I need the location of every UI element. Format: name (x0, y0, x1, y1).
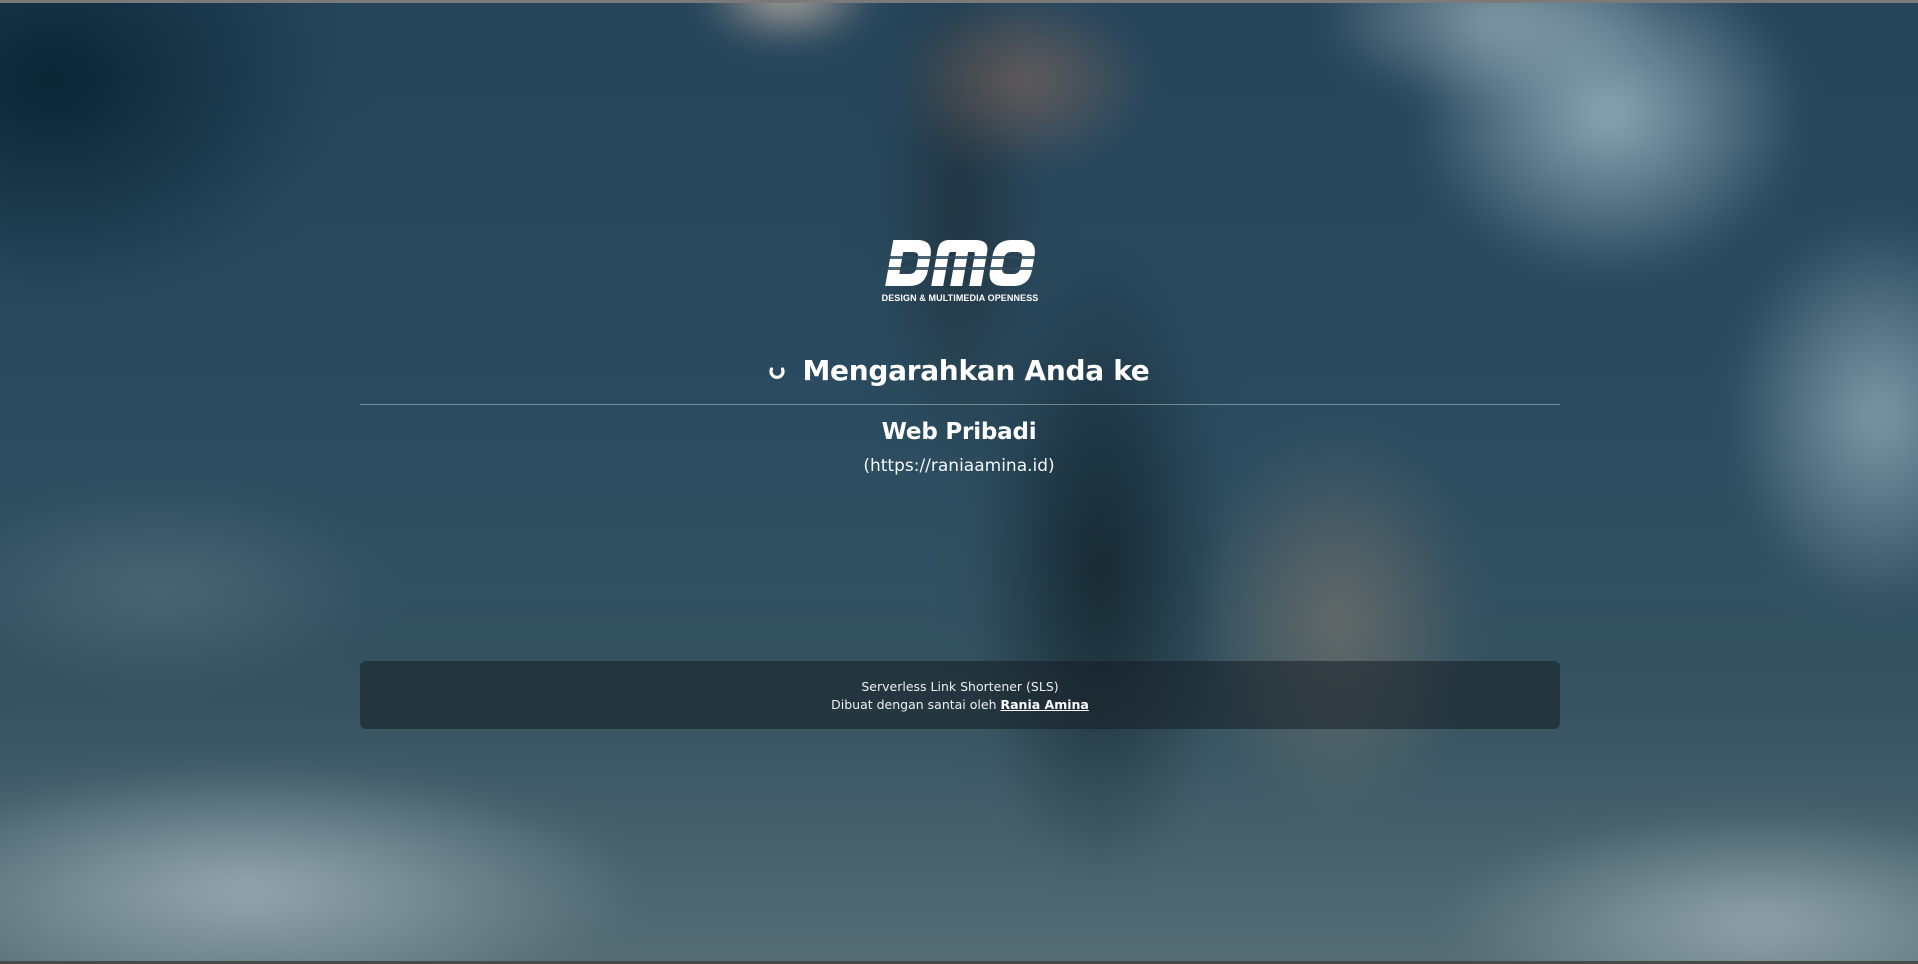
heading-divider (360, 404, 1560, 405)
redirect-heading: Mengarahkan Anda ke (802, 353, 1150, 387)
destination-title: Web Pribadi (881, 419, 1037, 445)
destination-url: (https://raniaamina.id) (863, 456, 1055, 476)
footer-app-name: Serverless Link Shortener (SLS) (861, 679, 1058, 694)
redirect-heading-row: Mengarahkan Anda ke (0, 350, 1918, 390)
footer-credit-prefix: Dibuat dengan santai oleh (831, 696, 997, 712)
dmo-logo-mark (880, 240, 1040, 286)
author-link[interactable]: Rania Amina (1001, 697, 1089, 712)
footer-panel: Serverless Link Shortener (SLS) Dibuat d… (360, 661, 1560, 729)
redirect-page: DESIGN & MULTIMEDIA OPENNESS Mengarahkan… (0, 0, 1918, 964)
footer-credit: Dibuat dengan santai oleh Rania Amina (831, 697, 1089, 712)
content-layer: DESIGN & MULTIMEDIA OPENNESS Mengarahkan… (0, 0, 1918, 964)
loading-spinner-icon (768, 361, 786, 379)
window-top-edge (0, 0, 1918, 3)
footer-app-name-text: Serverless Link Shortener (SLS) (861, 678, 1059, 694)
logo-tagline: DESIGN & MULTIMEDIA OPENNESS (881, 293, 1039, 303)
dmo-logo: DESIGN & MULTIMEDIA OPENNESS (880, 236, 1040, 304)
